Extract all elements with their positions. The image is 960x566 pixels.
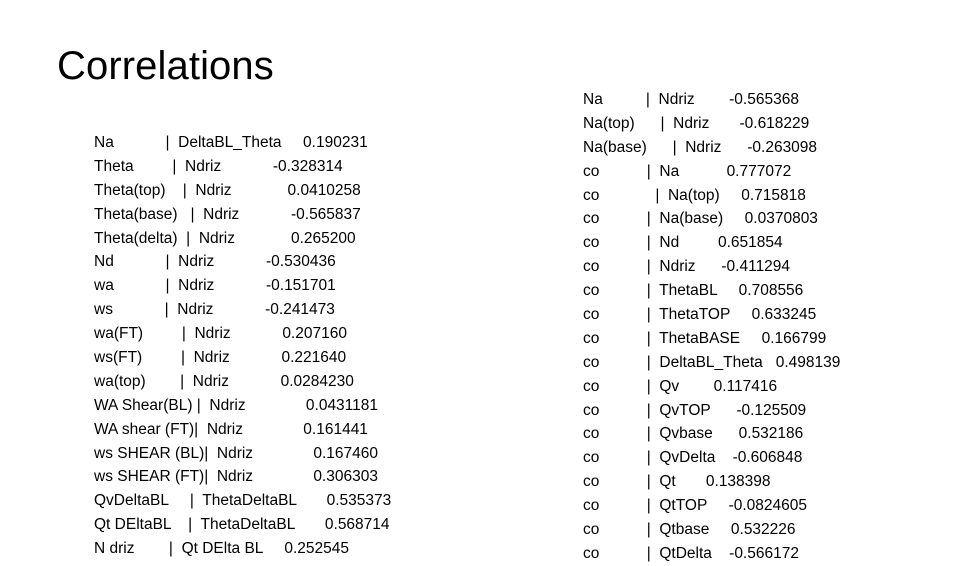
- correlation-line: co | Nd 0.651854: [583, 234, 783, 252]
- correlation-line: WA shear (FT)| Ndriz 0.161441: [94, 420, 368, 438]
- correlation-line: co | ThetaBASE 0.166799: [583, 329, 827, 347]
- correlation-line: co | QvTOP -0.125509: [583, 401, 807, 419]
- correlation-text-block-right[interactable]: Na | Ndriz -0.565368 Na(top) | Ndriz -0.6…: [583, 88, 943, 566]
- correlation-line: ws SHEAR (FT)| Ndriz 0.306303: [94, 468, 378, 486]
- correlation-line: co | QtDelta -0.566172: [583, 544, 799, 562]
- correlation-line: Theta | Ndriz -0.328314: [94, 157, 343, 175]
- correlation-line: Nd | Ndriz -0.530436: [94, 253, 336, 271]
- correlation-line: co | Na(top) 0.715818: [583, 186, 806, 204]
- correlation-line: Theta(top) | Ndriz 0.0410258: [94, 181, 361, 199]
- correlation-line: QvDeltaBL | ThetaDeltaBL 0.535373: [94, 492, 392, 510]
- correlation-line: Na | Ndriz -0.565368: [583, 91, 799, 108]
- correlation-line: N driz | Qt DElta BL 0.252545: [94, 540, 350, 558]
- correlation-line: Theta(delta) | Ndriz 0.265200: [94, 229, 356, 247]
- correlation-line: Theta(base) | Ndriz -0.565837: [94, 205, 361, 223]
- correlation-line: co | Na(base) 0.0370803: [583, 210, 818, 228]
- correlation-line: co | ThetaTOP 0.633245: [583, 306, 817, 324]
- correlation-line: ws(FT) | Ndriz 0.221640: [94, 349, 347, 367]
- correlation-line: Na(base) | Ndriz -0.263098: [583, 138, 818, 156]
- correlation-line: co | Qtbase 0.532226: [583, 521, 796, 539]
- correlation-line: co | DeltaBL_Theta 0.498139: [583, 353, 841, 371]
- correlation-line: co | Qvbase 0.532186: [583, 425, 804, 443]
- correlation-line: co | ThetaBL 0.708556: [583, 282, 804, 300]
- correlation-text-block-left[interactable]: Na | DeltaBL_Theta 0.190231 Theta | Ndriz…: [94, 131, 524, 561]
- correlation-line: co | Qt 0.138398: [583, 473, 771, 491]
- correlation-line: co | Na 0.777072: [583, 162, 792, 180]
- correlation-line: Na | DeltaBL_Theta 0.190231: [94, 134, 368, 151]
- correlation-line: WA Shear(BL) | Ndriz 0.0431181: [94, 396, 379, 414]
- slide-canvas: Correlations Na | DeltaBL_Theta 0.190231…: [0, 0, 960, 562]
- correlation-line: wa(top) | Ndriz 0.0284230: [94, 372, 354, 390]
- correlation-line: Na(top) | Ndriz -0.618229: [583, 114, 810, 132]
- correlation-line: co | QtTOP -0.0824605: [583, 497, 808, 515]
- correlation-line: ws SHEAR (BL)| Ndriz 0.167460: [94, 444, 378, 462]
- correlation-line: co | QvDelta -0.606848: [583, 449, 803, 467]
- correlation-line: co | Ndriz -0.411294: [583, 258, 791, 276]
- correlation-line: wa(FT) | Ndriz 0.207160: [94, 325, 347, 343]
- page-title: Correlations: [57, 44, 274, 88]
- correlation-line: co | Qv 0.117416: [583, 377, 778, 395]
- correlation-line: wa | Ndriz -0.151701: [94, 277, 336, 295]
- correlation-line: ws | Ndriz -0.241473: [94, 301, 335, 319]
- correlation-line: Qt DEltaBL | ThetaDeltaBL 0.568714: [94, 516, 390, 534]
